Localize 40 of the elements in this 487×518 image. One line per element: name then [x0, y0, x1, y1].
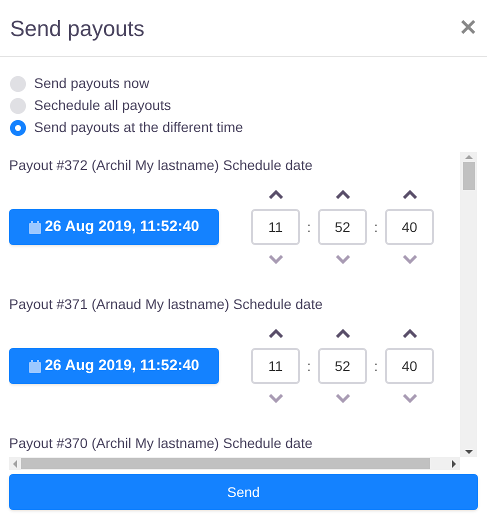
calendar-icon — [28, 220, 41, 234]
time-input[interactable]: 11 — [251, 209, 300, 245]
option-label: Sechedule all payouts — [34, 96, 171, 115]
time-input[interactable]: 52 — [318, 348, 367, 384]
chevron-down-icon[interactable] — [268, 394, 282, 403]
option-label: Send payouts now — [34, 74, 150, 93]
chevron-up-icon[interactable] — [268, 190, 282, 199]
send-button[interactable]: Send — [9, 474, 478, 510]
time-input[interactable]: 40 — [385, 348, 434, 384]
chevron-down-icon[interactable] — [402, 394, 416, 403]
chevron-up-icon[interactable] — [402, 190, 416, 199]
time-separator: : — [373, 356, 379, 376]
payout-label: Payout #371 (Arnaud My lastname) Schedule date — [9, 296, 324, 312]
payout-label: Payout #370 (Archil My lastname) Schedule date — [9, 435, 314, 451]
chevron-up-icon[interactable] — [402, 329, 416, 338]
chevron-down-icon[interactable] — [336, 255, 350, 264]
chevron-up-icon[interactable] — [268, 329, 282, 338]
horizontal-scrollbar[interactable] — [9, 457, 460, 470]
radio-button[interactable] — [10, 98, 26, 114]
chevron-down-icon[interactable] — [336, 394, 350, 403]
date-button[interactable]: 26 Aug 2019, 11:52:40 — [9, 209, 219, 245]
time-separator: : — [306, 218, 312, 236]
dialog-title: Send payouts — [10, 14, 145, 43]
time-input[interactable]: 11 — [251, 348, 300, 384]
date-button[interactable]: 26 Aug 2019, 11:52:40 — [9, 348, 219, 384]
calendar-icon — [28, 360, 41, 372]
time-separator: : — [306, 356, 312, 376]
time-separator: : — [373, 218, 379, 236]
chevron-up-icon[interactable] — [336, 190, 350, 199]
chevron-up-icon[interactable] — [336, 329, 350, 338]
time-input[interactable]: 52 — [318, 209, 367, 245]
radio-button[interactable] — [10, 76, 26, 92]
option-label: Send payouts at the different time — [34, 118, 244, 137]
payout-label: Payout #372 (Archil My lastname) Schedule date — [9, 157, 314, 173]
chevron-down-icon[interactable] — [268, 255, 282, 264]
vertical-scrollbar[interactable] — [460, 152, 477, 457]
radio-button[interactable] — [10, 120, 26, 136]
close-button[interactable]: ✕ — [459, 17, 477, 39]
chevron-down-icon[interactable] — [402, 255, 416, 264]
time-input[interactable]: 40 — [385, 209, 434, 245]
